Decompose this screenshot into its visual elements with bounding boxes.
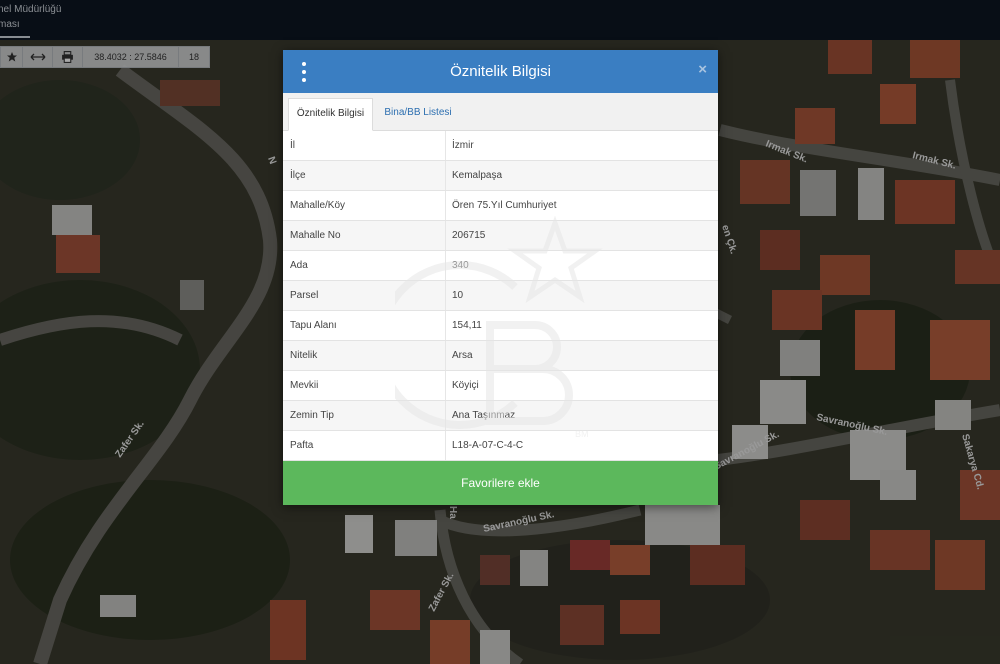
table-row: Mahalle/Köy Ören 75.Yıl Cumhuriyet	[283, 191, 718, 221]
row-key: Zemin Tip	[290, 410, 334, 421]
add-to-favorites-button[interactable]: Favorilere ekle	[283, 461, 718, 505]
row-key: Pafta	[290, 440, 314, 451]
row-value: 206715	[445, 221, 718, 250]
tab-building-list[interactable]: Bina/BB Listesi	[379, 98, 457, 131]
row-key: İlçe	[290, 170, 306, 181]
row-value: Kemalpaşa	[445, 161, 718, 190]
row-key: Nitelik	[290, 350, 318, 361]
row-value: 10	[445, 281, 718, 310]
row-value: L18-A-07-C-4-C	[445, 431, 718, 460]
table-row: Tapu Alanı 154,11	[283, 311, 718, 341]
table-row: Pafta L18-A-07-C-4-C	[283, 431, 718, 461]
table-row: İl İzmir	[283, 131, 718, 161]
row-value: Ören 75.Yıl Cumhuriyet	[445, 191, 718, 220]
row-value: 154,11	[445, 311, 718, 340]
row-key: Mahalle/Köy	[290, 200, 346, 211]
row-value: Köyiçi	[445, 371, 718, 400]
table-row: Parsel 10	[283, 281, 718, 311]
row-key: Ada	[290, 260, 308, 271]
table-row: Nitelik Arsa	[283, 341, 718, 371]
row-key: Mevkii	[290, 380, 319, 391]
table-row: Ada 340	[283, 251, 718, 281]
table-row: İlçe Kemalpaşa	[283, 161, 718, 191]
attribute-table: İl İzmir İlçe Kemalpaşa Mahalle/Köy Ören 75…	[283, 131, 718, 461]
modal-header: Öznitelik Bilgisi ×	[283, 50, 718, 93]
row-key: İl	[290, 140, 295, 151]
row-key: Tapu Alanı	[290, 320, 337, 331]
table-row: Mahalle No 206715	[283, 221, 718, 251]
row-value: İzmir	[445, 131, 718, 160]
table-row: Zemin Tip Ana Taşınmaz	[283, 401, 718, 431]
table-row: Mevkii Köyiçi	[283, 371, 718, 401]
row-key: Mahalle No	[290, 230, 341, 241]
row-key: Parsel	[290, 290, 319, 301]
row-value: 340	[445, 251, 718, 280]
attribute-info-modal: Öznitelik Bilgisi × Öznitelik Bilgisi Bi…	[283, 50, 718, 505]
tab-attribute-info[interactable]: Öznitelik Bilgisi	[288, 98, 373, 131]
close-icon[interactable]: ×	[698, 61, 707, 78]
modal-tabs: Öznitelik Bilgisi Bina/BB Listesi	[283, 93, 718, 131]
row-value: Ana Taşınmaz	[445, 401, 718, 430]
modal-title: Öznitelik Bilgisi	[450, 63, 551, 80]
row-value: Arsa	[445, 341, 718, 370]
